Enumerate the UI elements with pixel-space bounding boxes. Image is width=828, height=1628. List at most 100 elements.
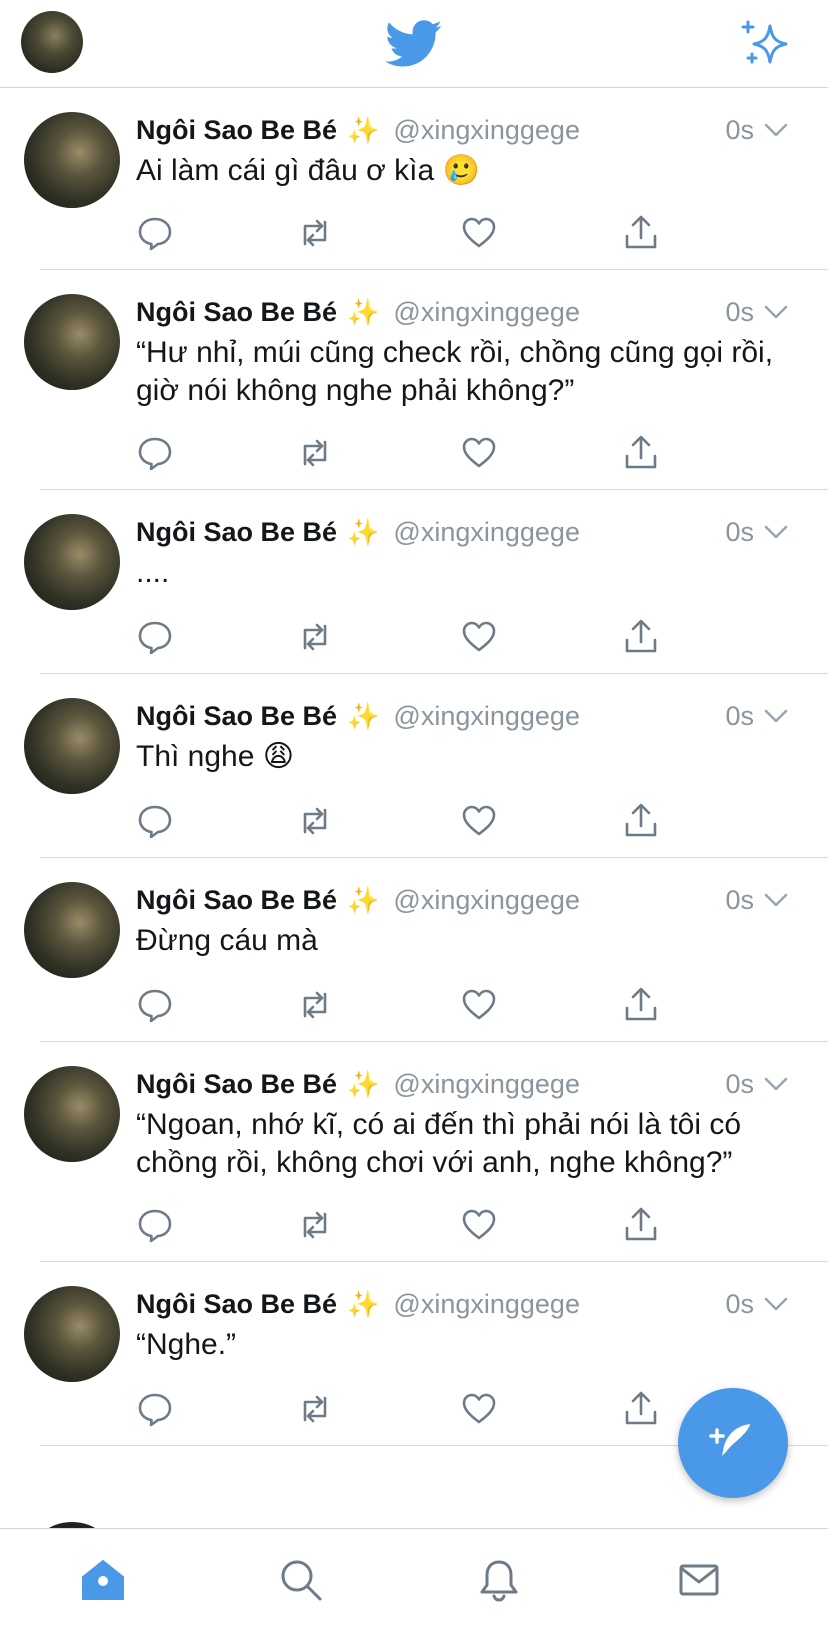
like-icon[interactable] xyxy=(460,802,498,840)
retweet-icon[interactable] xyxy=(296,214,334,252)
tweet-header: Ngôi Sao Be Bé ✨ @xingxinggege 0s xyxy=(136,696,788,736)
tweet-time: 0s xyxy=(725,512,788,552)
tweet-text: Đừng cáu mà xyxy=(136,924,318,957)
tweet-time: 0s xyxy=(725,1064,788,1104)
retweet-icon[interactable] xyxy=(296,986,334,1024)
share-icon[interactable] xyxy=(622,1390,660,1428)
reply-icon[interactable] xyxy=(136,618,174,656)
compose-tweet-icon xyxy=(709,1424,750,1456)
author-handle: @xingxinggege xyxy=(393,114,580,145)
tweet-text: .... xyxy=(136,556,170,589)
share-icon[interactable] xyxy=(622,1206,660,1244)
tweet-text: Ai làm cái gì đâu ơ kìa 🥲 xyxy=(136,154,480,187)
avatar[interactable] xyxy=(24,698,120,794)
timestamp: 0s xyxy=(725,700,754,731)
top-tweets-sparkle-icon[interactable] xyxy=(740,18,790,68)
name-emoji: ✨ xyxy=(347,114,380,145)
avatar[interactable] xyxy=(24,1286,120,1382)
reply-icon[interactable] xyxy=(136,986,174,1024)
avatar[interactable] xyxy=(24,1066,120,1162)
like-icon[interactable] xyxy=(460,1390,498,1428)
chevron-down-icon[interactable] xyxy=(764,123,788,137)
author-handle: @xingxinggege xyxy=(393,516,580,547)
tweet-actions xyxy=(136,1390,696,1430)
timeline-feed[interactable]: Ngôi Sao Be Bé ✨ @xingxinggege 0s Ai làm… xyxy=(0,88,828,1446)
reply-icon[interactable] xyxy=(136,1390,174,1428)
retweet-icon[interactable] xyxy=(296,434,334,472)
author-name[interactable]: Ngôi Sao Be Bé xyxy=(136,115,337,146)
name-emoji: ✨ xyxy=(347,296,380,327)
author-handle: @xingxinggege xyxy=(393,884,580,915)
timestamp: 0s xyxy=(725,114,754,145)
retweet-icon[interactable] xyxy=(296,1206,334,1244)
twitter-bird-icon[interactable] xyxy=(385,20,443,68)
like-icon[interactable] xyxy=(460,1206,498,1244)
avatar[interactable] xyxy=(24,882,120,978)
like-icon[interactable] xyxy=(460,986,498,1024)
author-name[interactable]: Ngôi Sao Be Bé xyxy=(136,517,337,548)
retweet-icon[interactable] xyxy=(296,1390,334,1428)
chevron-down-icon[interactable] xyxy=(764,305,788,319)
chevron-down-icon[interactable] xyxy=(764,1077,788,1091)
tweet-header: Ngôi Sao Be Bé ✨ @xingxinggege 0s xyxy=(136,292,788,332)
bottom-navigation xyxy=(0,1528,828,1628)
tweet[interactable]: Ngôi Sao Be Bé ✨ @xingxinggege 0s Ai làm… xyxy=(0,88,828,270)
tweet-header: Ngôi Sao Be Bé ✨ @xingxinggege 0s xyxy=(136,110,788,150)
timestamp: 0s xyxy=(725,884,754,915)
author-handle: @xingxinggege xyxy=(393,700,580,731)
messages-icon[interactable] xyxy=(676,1557,722,1603)
avatar[interactable] xyxy=(24,112,120,208)
tweet-time: 0s xyxy=(725,696,788,736)
profile-avatar[interactable] xyxy=(21,11,83,73)
share-icon[interactable] xyxy=(622,214,660,252)
chevron-down-icon[interactable] xyxy=(764,893,788,907)
tweet-text: “Nghe.” xyxy=(136,1328,237,1361)
tweet-text: “Hư nhỉ, múi cũng check rồi, chồng cũng … xyxy=(136,336,774,407)
tweet-actions xyxy=(136,802,696,842)
like-icon[interactable] xyxy=(460,618,498,656)
author-name[interactable]: Ngôi Sao Be Bé xyxy=(136,885,337,916)
chevron-down-icon[interactable] xyxy=(764,709,788,723)
timestamp: 0s xyxy=(725,516,754,547)
tweet[interactable]: Ngôi Sao Be Bé ✨ @xingxinggege 0s .... xyxy=(0,490,828,674)
timestamp: 0s xyxy=(725,1288,754,1319)
reply-icon[interactable] xyxy=(136,214,174,252)
timestamp: 0s xyxy=(725,296,754,327)
author-name[interactable]: Ngôi Sao Be Bé xyxy=(136,701,337,732)
retweet-icon[interactable] xyxy=(296,802,334,840)
share-icon[interactable] xyxy=(622,802,660,840)
tweet[interactable]: Ngôi Sao Be Bé ✨ @xingxinggege 0s “Ngoan… xyxy=(0,1042,828,1262)
like-icon[interactable] xyxy=(460,214,498,252)
chevron-down-icon[interactable] xyxy=(764,525,788,539)
chevron-down-icon[interactable] xyxy=(764,1297,788,1311)
tweet-header: Ngôi Sao Be Bé ✨ @xingxinggege 0s xyxy=(136,1284,788,1324)
tweet-time: 0s xyxy=(725,880,788,920)
tweet[interactable]: Ngôi Sao Be Bé ✨ @xingxinggege 0s “Hư nh… xyxy=(0,270,828,490)
name-emoji: ✨ xyxy=(347,884,380,915)
tweet-time: 0s xyxy=(725,110,788,150)
tweet-text: “Ngoan, nhớ kĩ, có ai đến thì phải nói l… xyxy=(136,1108,742,1179)
top-bar xyxy=(0,0,828,88)
like-icon[interactable] xyxy=(460,434,498,472)
retweet-icon[interactable] xyxy=(296,618,334,656)
reply-icon[interactable] xyxy=(136,1206,174,1244)
author-handle: @xingxinggege xyxy=(393,296,580,327)
compose-tweet-button[interactable] xyxy=(678,1388,788,1498)
author-handle: @xingxinggege xyxy=(393,1288,580,1319)
tweet-time: 0s xyxy=(725,1284,788,1324)
avatar[interactable] xyxy=(24,514,120,610)
share-icon[interactable] xyxy=(622,986,660,1024)
avatar[interactable] xyxy=(24,294,120,390)
search-icon[interactable] xyxy=(278,1557,324,1603)
notifications-icon[interactable] xyxy=(476,1557,522,1603)
author-name[interactable]: Ngôi Sao Be Bé xyxy=(136,1069,337,1100)
home-icon[interactable] xyxy=(80,1557,126,1603)
reply-icon[interactable] xyxy=(136,434,174,472)
share-icon[interactable] xyxy=(622,434,660,472)
tweet[interactable]: Ngôi Sao Be Bé ✨ @xingxinggege 0s Thì ng… xyxy=(0,674,828,858)
author-name[interactable]: Ngôi Sao Be Bé xyxy=(136,297,337,328)
author-name[interactable]: Ngôi Sao Be Bé xyxy=(136,1289,337,1320)
tweet[interactable]: Ngôi Sao Be Bé ✨ @xingxinggege 0s Đừng c… xyxy=(0,858,828,1042)
share-icon[interactable] xyxy=(622,618,660,656)
reply-icon[interactable] xyxy=(136,802,174,840)
